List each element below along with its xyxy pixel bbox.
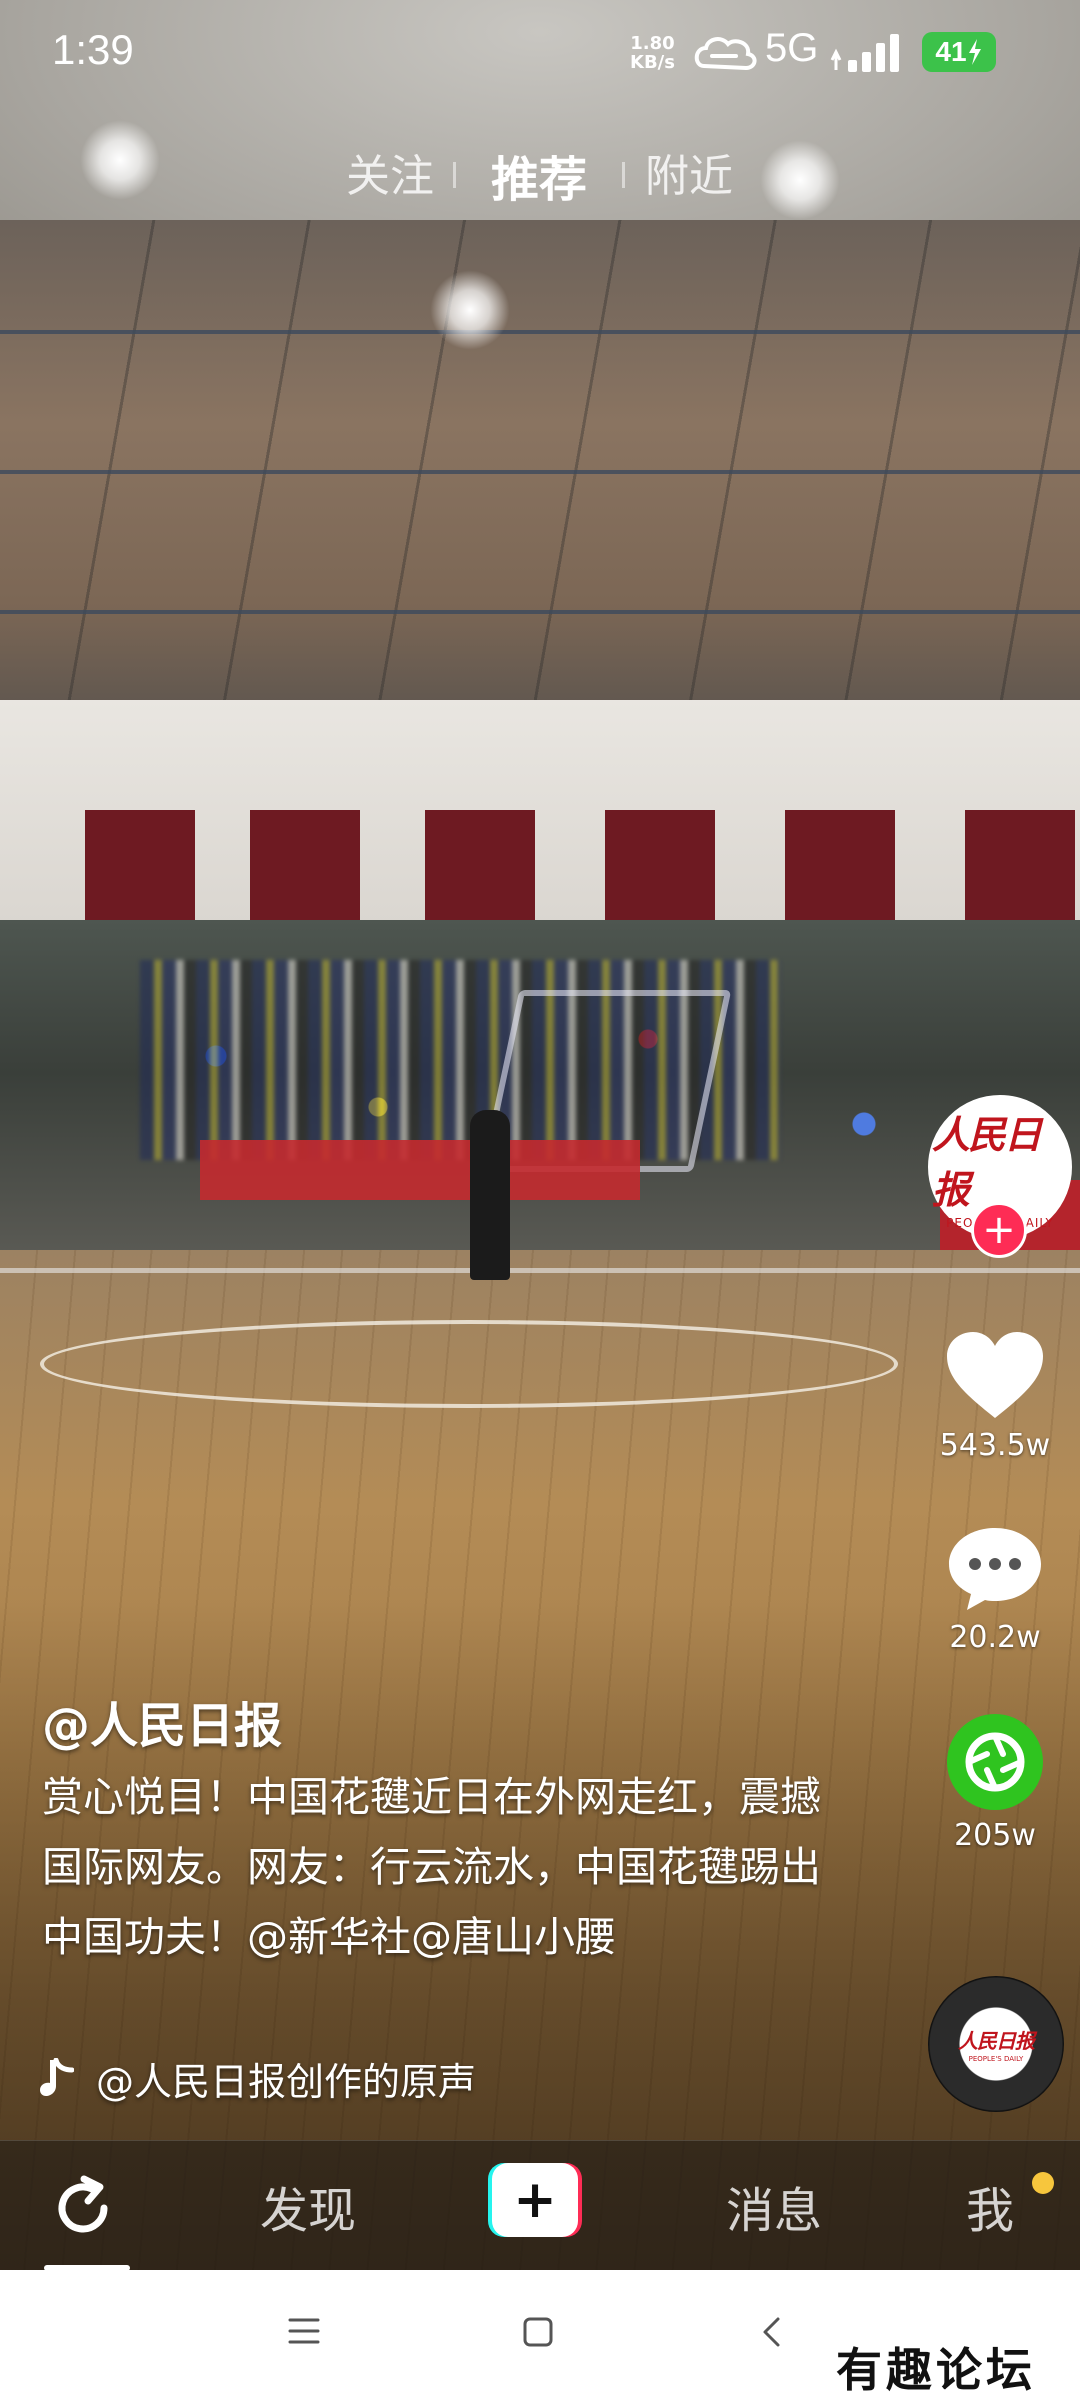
back-icon[interactable]	[760, 2316, 784, 2348]
tab-nearby[interactable]: 附近	[645, 140, 733, 204]
nav-me[interactable]: 我	[966, 2171, 1014, 2241]
home-icon[interactable]	[522, 2316, 554, 2348]
author-name[interactable]: @人民日报	[42, 1686, 282, 1756]
menu-icon[interactable]	[288, 2316, 320, 2346]
clock: 1:39	[52, 26, 134, 73]
status-bar: 1:39 1.80 KB/s 5G 41	[0, 0, 1080, 110]
create-button[interactable]: +	[488, 2163, 582, 2237]
tab-following[interactable]: 关注	[346, 140, 434, 204]
link-icon	[694, 37, 757, 71]
plus-icon: +	[492, 2163, 578, 2237]
network-speed-value: 1.80	[630, 33, 675, 54]
nav-discover[interactable]: 发现	[260, 2171, 356, 2241]
like-button[interactable]: 543.5w	[930, 1330, 1060, 1463]
court-circle	[40, 1320, 898, 1408]
bottom-nav: 发现 + 消息 我	[0, 2140, 1080, 2271]
network-speed-unit: KB/s	[630, 52, 675, 73]
avatar-logo-text: 人民日报	[932, 1112, 1042, 1212]
notification-dot	[1032, 2172, 1054, 2194]
ceiling-ring	[0, 330, 1080, 334]
comment-icon	[949, 1528, 1041, 1610]
tab-recommended[interactable]: 推荐	[491, 140, 587, 210]
charging-icon	[968, 39, 981, 65]
heart-icon	[947, 1332, 1043, 1418]
screen: 1:39 1.80 KB/s 5G 41 关注 推荐 附近 人民日报 DAILY…	[0, 0, 1080, 2400]
tab-divider	[453, 162, 456, 188]
comment-count: 20.2w	[949, 1620, 1041, 1655]
share-button[interactable]: 205w	[930, 1712, 1060, 1853]
music-note-icon	[40, 2058, 74, 2096]
signal-icon	[830, 34, 899, 72]
feed-tabs: 关注 推荐 附近	[0, 140, 1080, 220]
music-disc[interactable]: 人民日报 PEOPLE'S DAILY	[928, 1976, 1064, 2112]
comment-button[interactable]: 20.2w	[930, 1524, 1060, 1655]
ceiling-ring	[0, 610, 1080, 614]
disc-logo-subtext: PEOPLE'S DAILY	[968, 2055, 1024, 2063]
share-icon	[947, 1714, 1043, 1810]
ceiling-light	[430, 270, 510, 350]
share-count: 205w	[954, 1818, 1036, 1853]
like-count: 543.5w	[939, 1428, 1051, 1463]
court-line	[0, 1268, 1080, 1273]
battery-indicator: 41	[922, 32, 996, 72]
video-description[interactable]: 赏心悦目！中国花毽近日在外网走红，震撼国际网友。网友：行云流水，中国花毽踢出中国…	[42, 1762, 822, 1972]
network-type: 5G	[765, 26, 819, 70]
nav-messages[interactable]: 消息	[726, 2171, 822, 2241]
watermark: 有趣论坛	[836, 2343, 1036, 2397]
tab-divider	[622, 162, 625, 188]
disc-logo-text: 人民日报	[958, 2029, 1035, 2053]
battery-level: 41	[935, 36, 967, 67]
arena-ceiling	[0, 220, 1080, 730]
ceiling-ring	[0, 470, 1080, 474]
red-banner	[200, 1140, 640, 1200]
refresh-icon[interactable]	[48, 2173, 118, 2243]
music-title: @人民日报创作的原声	[96, 2059, 477, 2104]
player	[470, 1110, 510, 1280]
network-speed: 1.80 KB/s	[630, 34, 675, 72]
follow-button[interactable]: +	[971, 1202, 1027, 1258]
music-info[interactable]: @人民日报创作的原声	[40, 2048, 476, 2108]
